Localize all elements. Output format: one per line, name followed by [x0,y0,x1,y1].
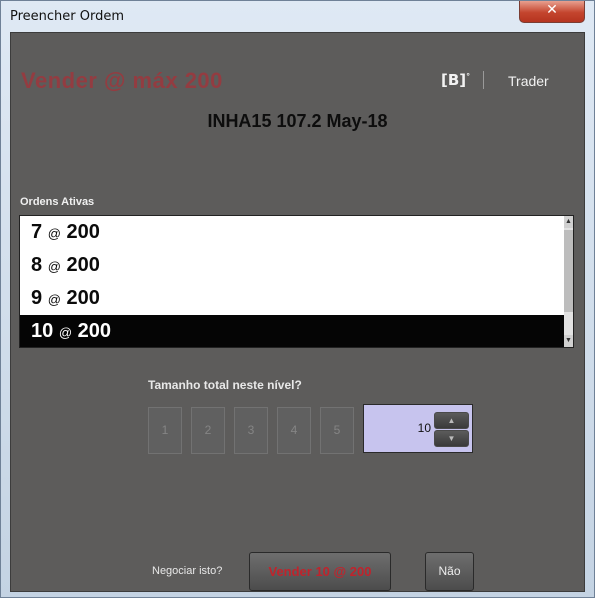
scroll-thumb[interactable] [564,230,573,312]
quantity-value[interactable]: 10 [364,405,431,452]
order-row-selected[interactable]: 10 @ 200 [20,315,565,347]
confirm-prompt: Negociar isto? [152,565,223,577]
size-option-5[interactable]: 5 [320,407,354,454]
no-button[interactable]: Não [425,552,474,591]
size-prompt: Tamanho total neste nível? [148,378,302,392]
close-button[interactable]: ✕ [519,1,585,23]
title-bar[interactable]: Preencher Ordem ✕ [1,1,594,31]
order-panel: Vender @ máx 200 [B]° Trader INHA15 107.… [10,32,585,592]
order-row[interactable]: 8 @ 200 [20,249,565,282]
close-icon: ✕ [546,2,558,18]
scroll-down-icon[interactable]: ▼ [564,335,573,347]
scroll-up-icon[interactable]: ▲ [564,216,573,228]
size-option-3[interactable]: 3 [234,407,268,454]
quantity-stepper[interactable]: 10 ▲ ▼ [363,404,473,453]
orders-scrollbar[interactable]: ▲ ▼ [564,216,573,347]
order-row[interactable]: 9 @ 200 [20,282,565,315]
b3-logo: [B]° [441,71,471,89]
order-heading: Vender @ máx 200 [21,68,223,93]
active-orders-list[interactable]: 7 @ 200 8 @ 200 9 @ 200 10 @ 200 ▲ ▼ [19,215,574,348]
size-option-4[interactable]: 4 [277,407,311,454]
order-row[interactable]: 7 @ 200 [20,216,565,249]
increment-icon[interactable]: ▲ [434,412,469,429]
order-window: Preencher Ordem ✕ Vender @ máx 200 [B]° … [0,0,595,598]
decrement-icon[interactable]: ▼ [434,430,469,447]
active-orders-label: Ordens Ativas [20,196,95,208]
window-title: Preencher Ordem [10,9,125,24]
instrument-label: INHA15 107.2 May-18 [207,111,388,131]
size-option-1[interactable]: 1 [148,407,182,454]
size-option-2[interactable]: 2 [191,407,225,454]
trader-label: Trader [508,73,549,89]
sell-confirm-button[interactable]: Vender 10 @ 200 [249,552,391,591]
header-divider [483,71,484,89]
